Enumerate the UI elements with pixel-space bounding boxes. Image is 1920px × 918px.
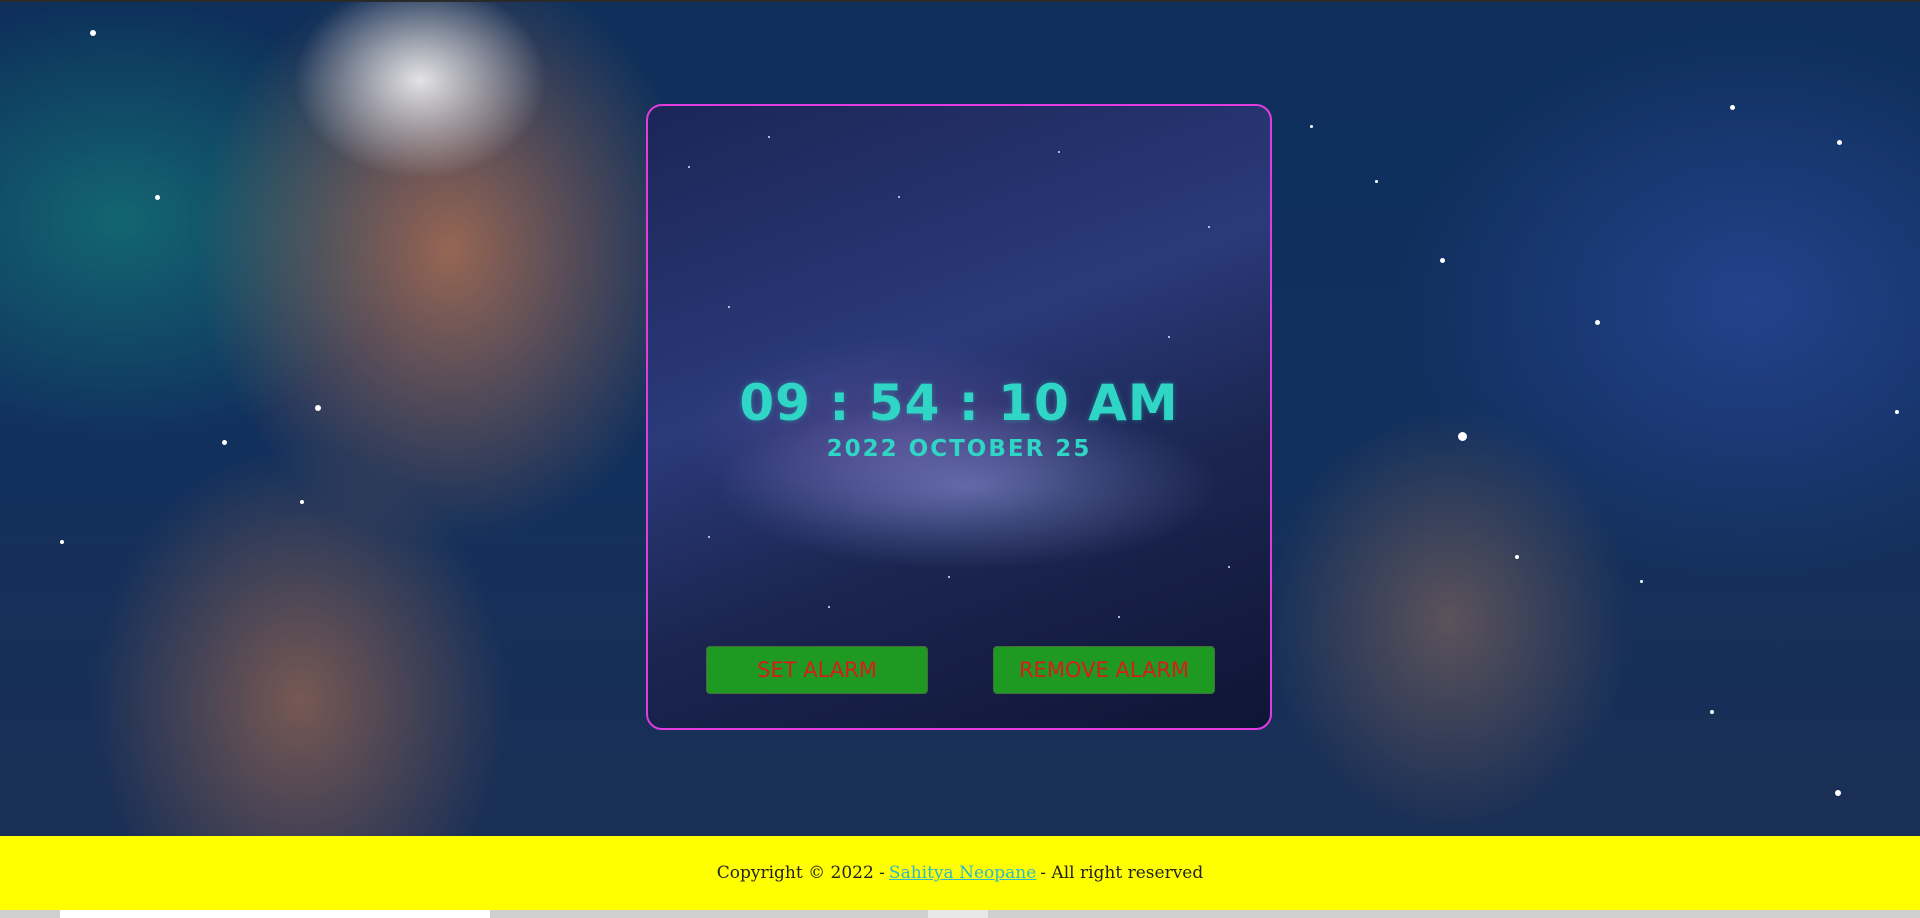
footer: Copyright © 2022 - Sahitya Neopane - All… [0,836,1920,910]
taskbar-strip [0,910,1920,918]
window-top-edge [0,0,1920,2]
taskbar-thumbnail[interactable] [928,910,988,918]
remove-alarm-button[interactable]: REMOVE ALARM [993,646,1215,694]
set-alarm-button[interactable]: SET ALARM [706,646,928,694]
taskbar-thumbnail[interactable] [60,910,490,918]
clock-time: 09 : 54 : 10 AM [739,374,1179,432]
clock-card: 09 : 54 : 10 AM 2022 OCTOBER 25 SET ALAR… [646,104,1272,730]
clock-date: 2022 OCTOBER 25 [826,436,1092,462]
author-link[interactable]: Sahitya Neopane [889,863,1036,883]
copyright-text: Copyright © 2022 - [716,863,885,883]
rights-text: - All right reserved [1040,863,1204,883]
